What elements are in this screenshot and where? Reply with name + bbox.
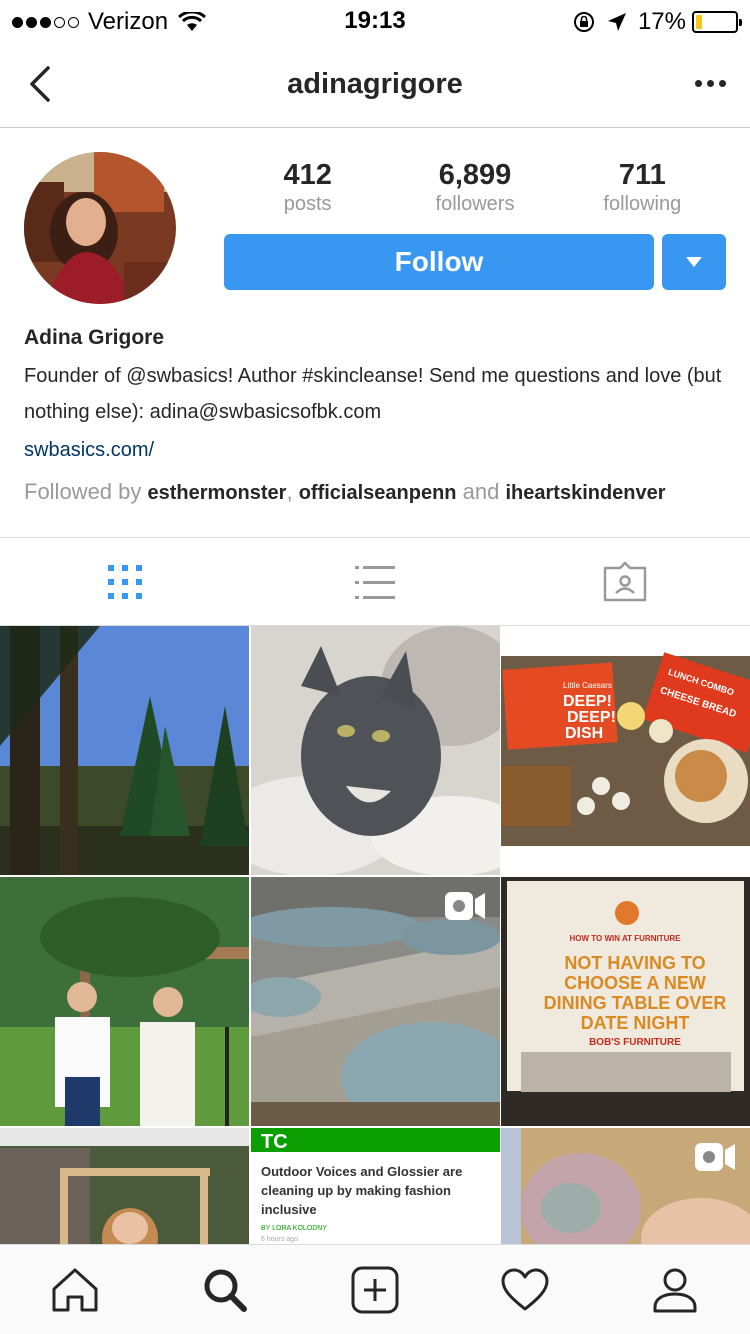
timestamp-text: 6 hours ago [261,1236,298,1243]
follower-link[interactable]: esthermonster [148,482,287,504]
tab-search[interactable] [150,1245,300,1334]
profile-name: Adina Grigore [24,326,165,349]
stat-value: 412 [283,159,332,191]
followed-by-separator: , [286,479,293,504]
stat-value: 711 [618,159,666,191]
tab-grid-view[interactable] [0,538,250,625]
status-bar: Verizon 19:13 17% [0,0,750,40]
ad-store-text: BOB'S FURNITURE [589,1037,681,1048]
stat-value: 6,899 [438,159,512,191]
ad-brand-text: HOW TO WIN AT FURNITURE [570,934,682,943]
stat-following[interactable]: 711 following [559,158,726,216]
battery-icon [692,11,742,33]
ad-text: DINING TABLE OVER [544,993,727,1013]
profile-bio: Founder of @swbasics! Author #skincleans… [24,365,722,423]
video-icon [695,1143,735,1171]
profile-view-tabs [0,537,750,626]
profile-website-link[interactable]: swbasics.com/ [24,439,154,462]
post-thumbnail[interactable] [0,626,249,875]
post-thumbnail[interactable] [251,626,500,875]
status-right: 17% [572,8,742,36]
heart-icon [501,1268,549,1310]
stat-label: following [603,193,682,215]
bottom-tab-bar [0,1244,750,1334]
search-icon [204,1269,247,1312]
tab-home[interactable] [0,1245,150,1334]
headline-text: Outdoor Voices and Glossier are [261,1164,462,1179]
stat-label: followers [435,193,515,215]
post-thumbnail[interactable] [501,1128,750,1244]
box-brand-text: Little Caesars [563,681,612,690]
location-icon [607,13,626,31]
follower-link[interactable]: officialseanpenn [299,482,457,504]
follow-button[interactable]: Follow [224,234,654,290]
ad-text: DATE NIGHT [581,1013,690,1033]
list-icon [355,565,395,599]
box-text: DEEP! [563,693,612,710]
battery-fill [696,15,703,29]
tab-list-view[interactable] [250,538,500,625]
stat-posts[interactable]: 412 posts [224,158,391,216]
battery-percent: 17% [637,8,686,35]
followed-by: Followed by esthermonster, officialseanp… [24,479,666,505]
video-icon [445,892,485,920]
page-title: adinagrigore [287,68,463,100]
box-text: DISH [565,725,603,742]
tagged-photos-icon [603,561,647,601]
tab-new-post[interactable] [300,1245,450,1334]
headline-text: inclusive [261,1202,317,1217]
tab-tagged-view[interactable] [500,538,750,625]
home-icon [52,1268,98,1311]
navigation-bar: adinagrigore [0,40,750,128]
headline-text: cleaning up by making fashion [261,1183,451,1198]
post-thumbnail[interactable] [0,877,249,1126]
suggested-accounts-button[interactable] [662,234,726,290]
rotation-lock-icon [573,12,594,32]
more-options-icon[interactable] [690,68,730,98]
add-post-icon [351,1266,399,1313]
post-thumbnail[interactable] [0,1128,249,1244]
tab-profile[interactable] [600,1245,750,1334]
tab-activity[interactable] [450,1245,600,1334]
post-thumbnail[interactable]: TC Outdoor Voices and Glossier are clean… [251,1128,500,1244]
follower-link[interactable]: iheartskindenver [505,482,665,504]
chevron-down-icon [686,257,702,267]
photo-grid: Little Caesars DEEP! DEEP! DISH LUNCH CO… [0,626,750,1244]
byline-text: BY LORA KOLODNY [261,1225,327,1232]
grid-icon [108,564,142,599]
profile-stats: 412 posts 6,899 followers 711 following [224,158,726,216]
followed-by-and: and [462,479,500,504]
profile-icon [653,1268,697,1312]
post-thumbnail[interactable]: Little Caesars DEEP! DEEP! DISH LUNCH CO… [501,626,750,875]
ad-text: CHOOSE A NEW [564,973,706,993]
post-thumbnail[interactable]: HOW TO WIN AT FURNITURE NOT HAVING TO CH… [501,877,750,1126]
stat-followers[interactable]: 6,899 followers [391,158,558,216]
post-thumbnail[interactable] [251,877,500,1126]
techcrunch-logo: TC [261,1131,288,1153]
ad-text: NOT HAVING TO [564,953,705,973]
profile-avatar [24,152,176,304]
followed-by-prefix: Followed by [24,479,142,504]
box-text: DEEP! [567,709,616,726]
stat-label: posts [283,193,332,215]
